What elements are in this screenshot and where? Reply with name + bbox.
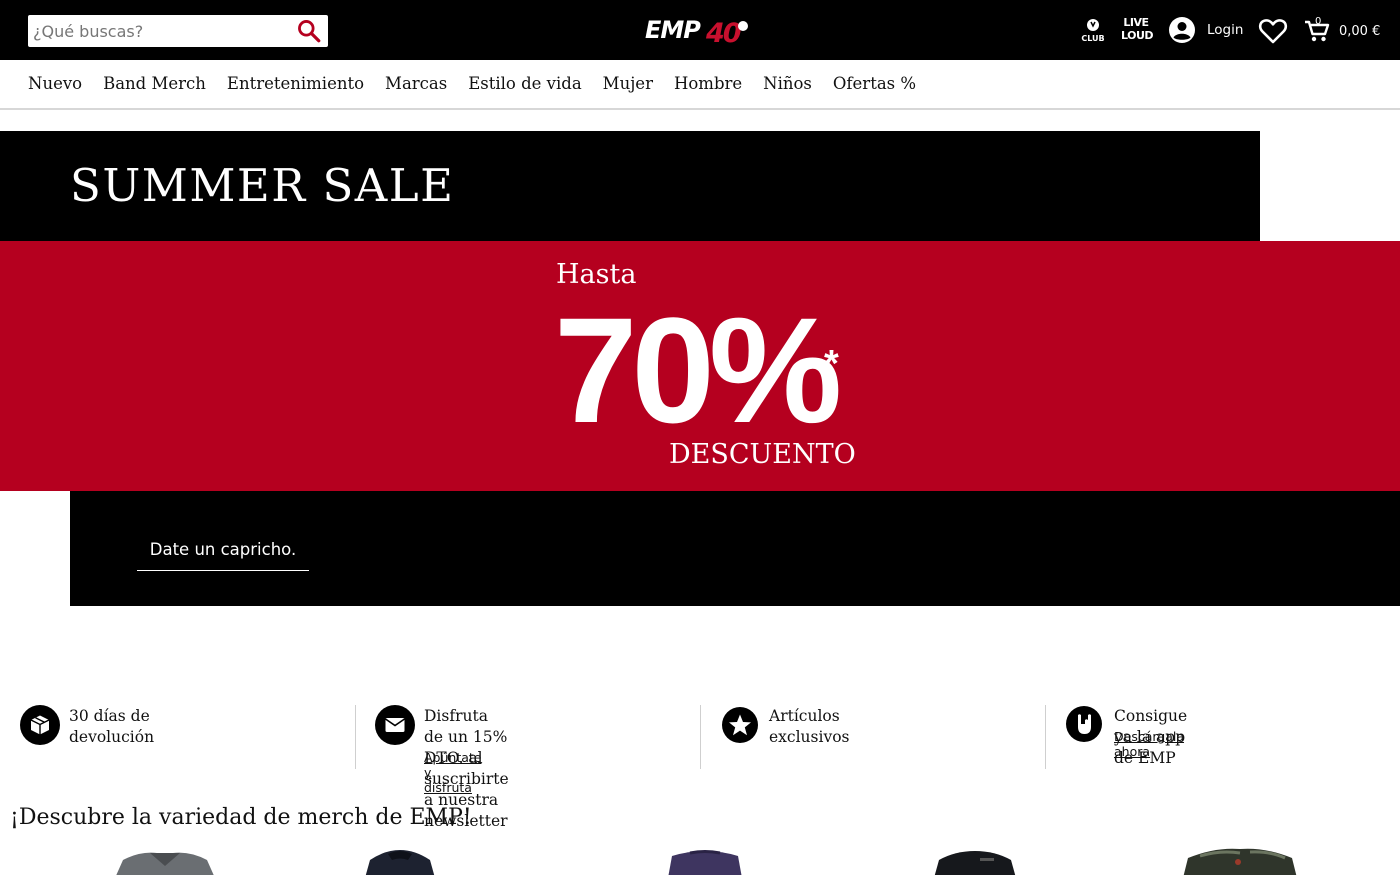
nav-item-nuevo[interactable]: Nuevo (28, 74, 82, 93)
nav-item-entretenimiento[interactable]: Entretenimiento (227, 74, 364, 93)
usp-newsletter-link[interactable]: Apúntate y disfruta (424, 750, 481, 795)
usp-divider (355, 705, 356, 769)
liveloud-label-1: LIVE (1123, 16, 1149, 29)
sale-descuento-label: DESCUENTO (669, 439, 856, 470)
usp-exclusive-text: Artículos exclusivos (769, 707, 850, 746)
nav-item-band-merch[interactable]: Band Merch (103, 74, 206, 93)
svg-text:40: 40 (705, 18, 741, 47)
nav-item-mujer[interactable]: Mujer (603, 74, 653, 93)
product-image[interactable] (930, 848, 1020, 875)
product-image[interactable] (665, 848, 745, 875)
cart-total: 0,00 € (1339, 23, 1381, 39)
rock-hand-icon (1066, 706, 1102, 742)
live-loud-icon[interactable]: LIVE LOUD (1121, 16, 1154, 43)
main-nav: Nuevo Band Merch Entretenimiento Marcas … (0, 60, 1400, 110)
heart-icon[interactable] (1258, 17, 1288, 45)
sale-percent: 70% (554, 286, 842, 454)
sale-banner-footer: Date un capricho. (70, 491, 1400, 606)
liveloud-label-2: LOUD (1121, 29, 1154, 42)
search-box (28, 15, 328, 47)
search-icon[interactable] (296, 18, 322, 44)
mail-icon (375, 705, 415, 745)
product-image[interactable] (360, 848, 440, 875)
product-image[interactable] (1180, 848, 1300, 875)
usp-divider (700, 705, 701, 769)
return-box-icon (20, 705, 60, 745)
cart-count: 0 (1315, 16, 1322, 27)
sale-cta-button[interactable]: Date un capricho. (137, 537, 309, 571)
emp-logo[interactable]: EMP 40 (645, 13, 757, 47)
usp-bar: 30 días de devolución Disfruta de un 15%… (0, 705, 1400, 830)
sale-asterisk: * (824, 343, 839, 385)
account-icon (1169, 17, 1195, 43)
usp-app-link[interactable]: Descárgala ahora (1114, 729, 1184, 759)
login-button[interactable]: Login (1168, 16, 1243, 44)
svg-text:EMP: EMP (645, 16, 701, 44)
usp-returns-text: 30 días de devolución (69, 707, 155, 746)
top-header: EMP 40 CLUB LIVE LOUD Login 0 0,00 € (0, 0, 1400, 60)
nav-item-ninos[interactable]: Niños (763, 74, 812, 93)
club-label: CLUB (1081, 34, 1104, 43)
product-image[interactable] (95, 848, 235, 875)
sale-banner-header[interactable]: SUMMER SALE (0, 131, 1260, 241)
sale-banner-discount[interactable]: Hasta 70% * DESCUENTO (0, 241, 1400, 491)
login-label: Login (1207, 22, 1244, 38)
nav-item-ofertas[interactable]: Ofertas % (833, 74, 916, 93)
discover-heading: ¡Descubre la variedad de merch de EMP! (10, 805, 472, 830)
product-carousel (0, 845, 1400, 875)
nav-item-marcas[interactable]: Marcas (385, 74, 447, 93)
usp-divider (1045, 705, 1046, 769)
nav-item-hombre[interactable]: Hombre (674, 74, 742, 93)
star-icon (722, 707, 758, 743)
nav-item-estilo-de-vida[interactable]: Estilo de vida (468, 74, 581, 93)
club-icon[interactable]: CLUB (1080, 17, 1106, 43)
sale-title: SUMMER SALE (70, 159, 455, 212)
search-input[interactable] (28, 15, 290, 47)
cart-button[interactable]: 0 0,00 € (1303, 15, 1380, 45)
